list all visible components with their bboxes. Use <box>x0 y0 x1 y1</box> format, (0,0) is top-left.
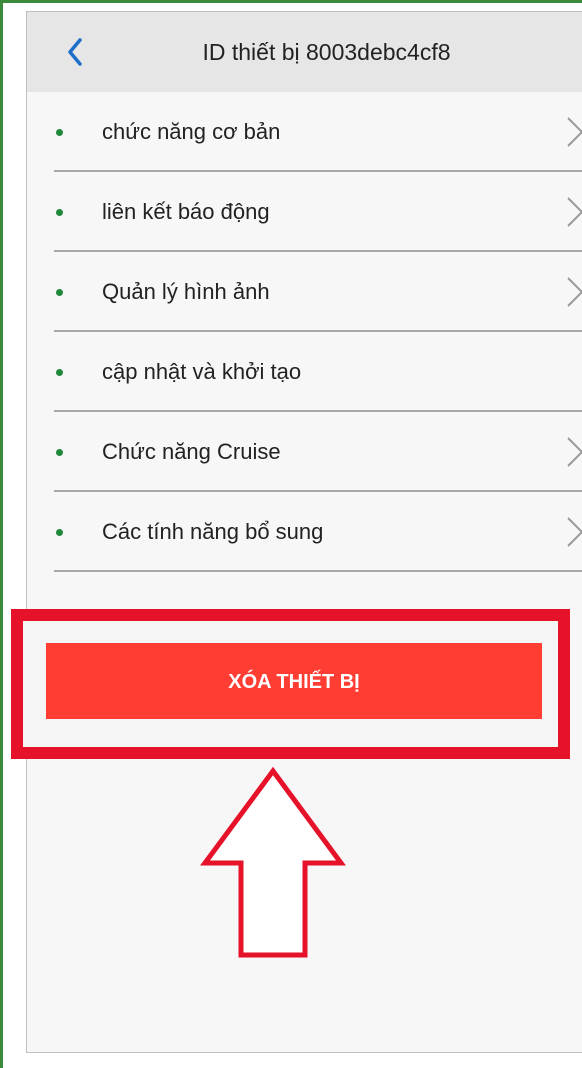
menu-item-basic-functions[interactable]: chức năng cơ bản <box>27 92 582 172</box>
settings-menu: chức năng cơ bản liên kết báo động Quản … <box>27 92 582 572</box>
bullet-icon <box>56 369 63 376</box>
chevron-right-icon <box>567 197 582 227</box>
bullet-icon <box>56 289 63 296</box>
bullet-icon <box>56 129 63 136</box>
menu-item-extra-features[interactable]: Các tính năng bổ sung <box>27 492 582 572</box>
divider <box>54 570 582 572</box>
menu-item-label: Chức năng Cruise <box>102 439 281 464</box>
page-title: ID thiết bị 8003debc4cf8 <box>202 39 451 65</box>
chevron-right-icon <box>567 117 582 147</box>
chevron-right-icon <box>567 437 582 467</box>
delete-device-button[interactable]: XÓA THIẾT BỊ <box>46 643 542 719</box>
menu-item-label: liên kết báo động <box>102 199 270 224</box>
menu-item-label: cập nhật và khởi tạo <box>102 359 302 384</box>
menu-item-alarm-link[interactable]: liên kết báo động <box>27 172 582 252</box>
bullet-icon <box>56 449 63 456</box>
menu-item-label: Các tính năng bổ sung <box>102 519 324 544</box>
bullet-icon <box>56 529 63 536</box>
bullet-icon <box>56 209 63 216</box>
chevron-right-icon <box>567 517 582 547</box>
header-bar: ID thiết bị 8003debc4cf8 <box>27 12 582 92</box>
up-arrow-annotation-icon <box>200 766 346 958</box>
menu-item-label: chức năng cơ bản <box>102 119 281 144</box>
menu-item-update-reset[interactable]: cập nhật và khởi tạo <box>27 332 582 412</box>
chevron-left-icon <box>68 38 82 66</box>
menu-item-image-management[interactable]: Quản lý hình ảnh <box>27 252 582 332</box>
menu-item-cruise-function[interactable]: Chức năng Cruise <box>27 412 582 492</box>
menu-item-label: Quản lý hình ảnh <box>102 279 270 304</box>
chevron-right-icon <box>567 277 582 307</box>
outer-frame: ID thiết bị 8003debc4cf8 chức năng cơ bả… <box>0 0 582 1068</box>
